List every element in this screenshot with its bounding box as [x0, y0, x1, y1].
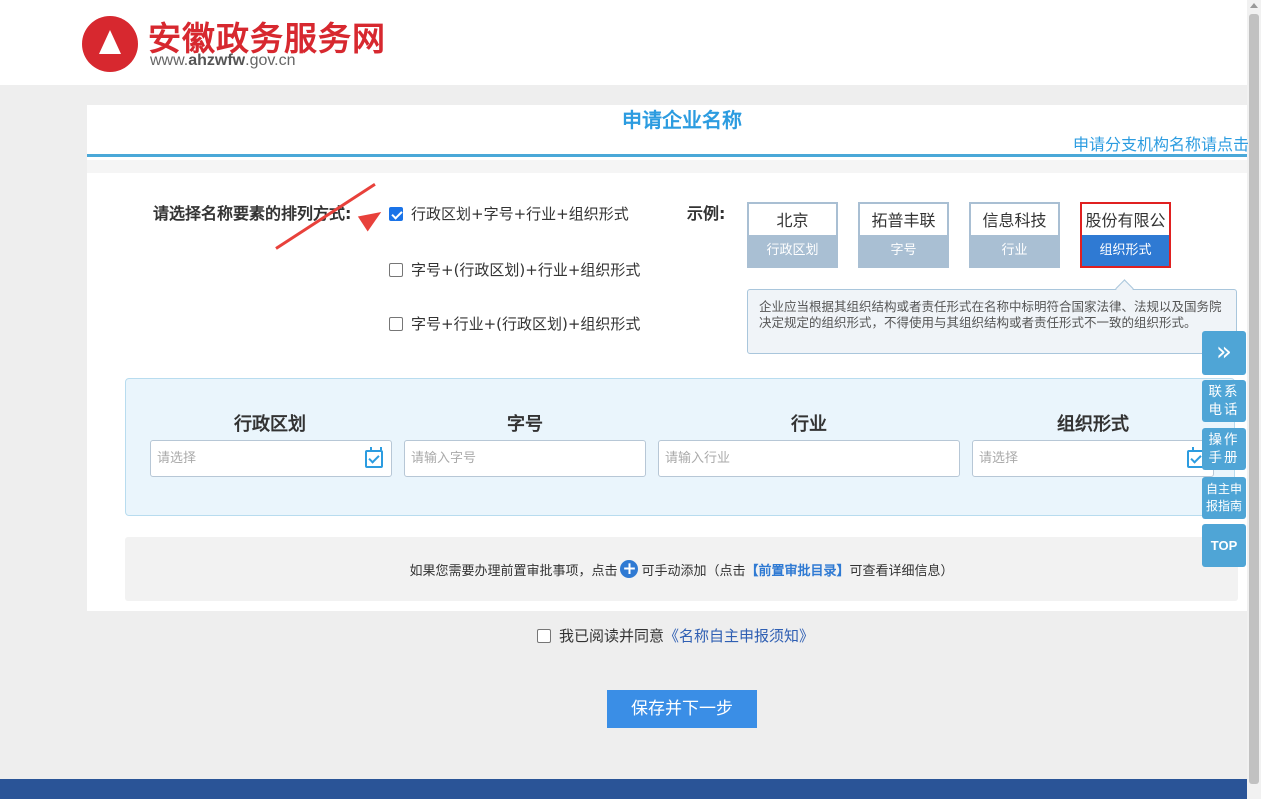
checkbox[interactable]	[389, 316, 403, 331]
checkbox-checked[interactable]	[389, 206, 403, 221]
placeholder: 请选择	[979, 451, 1019, 466]
order-option-label: 字号+(行政区划)+行业+组织形式	[411, 261, 641, 279]
example-value: 股份有限公	[1085, 211, 1166, 230]
logo-icon[interactable]	[82, 16, 138, 72]
manual-button[interactable]: 操作手册	[1202, 428, 1246, 470]
separator	[87, 160, 1247, 173]
site-url: www.ahzwfw.gov.cn	[150, 52, 296, 69]
prereq-panel: 如果您需要办理前置审批事项，点击 + 可手动添加（点击 【前置审批目录】 可查看…	[125, 537, 1238, 601]
order-option-3[interactable]: 字号+行业+(行政区划)+组织形式	[389, 313, 640, 334]
order-option-label: 行政区划+字号+行业+组织形式	[411, 205, 629, 223]
order-option-1[interactable]: 行政区划+字号+行业+组织形式	[389, 203, 629, 224]
trade-name-input[interactable]: 请输入字号	[404, 440, 646, 477]
placeholder: 请输入行业	[665, 451, 731, 466]
order-option-label: 字号+行业+(行政区划)+组织形式	[411, 315, 641, 333]
checkbox[interactable]	[389, 262, 403, 277]
example-trade-name: 拓普丰联 字号	[858, 202, 949, 268]
apply-name-card: 申请企业名称 申请分支机构名称请点击	[87, 105, 1249, 611]
example-caption: 字号	[860, 235, 947, 266]
agreement-row[interactable]: 我已阅读并同意 《名称自主申报须知》	[537, 625, 814, 646]
prereq-text: 可查看详细信息）	[849, 563, 954, 579]
org-form-tooltip: 企业应当根据其组织结构或者责任形式在名称中标明符合国家法律、法规以及国务院决定规…	[747, 289, 1237, 354]
back-to-top-button[interactable]: TOP	[1202, 524, 1246, 567]
card-header: 申请企业名称 申请分支机构名称请点击	[87, 105, 1249, 157]
scroll-up-icon[interactable]	[1250, 3, 1258, 8]
guide-button[interactable]: 自主申报指南	[1202, 477, 1246, 519]
example-district: 北京 行政区划	[747, 202, 838, 268]
example-value: 拓普丰联	[871, 211, 936, 230]
contact-phone-button[interactable]: 联系电话	[1202, 380, 1246, 422]
example-caption: 组织形式	[1082, 235, 1169, 266]
site-header: 安徽政务服务网 www.ahzwfw.gov.cn	[0, 0, 1247, 85]
industry-input[interactable]: 请输入行业	[658, 440, 960, 477]
field-label-org-form: 组织形式	[1057, 414, 1129, 435]
example-label: 示例:	[687, 204, 726, 223]
footer	[0, 779, 1247, 799]
expand-chevron-icon[interactable]: »	[1202, 331, 1246, 375]
prereq-text: 可手动添加（点击	[641, 563, 746, 579]
save-next-button[interactable]: 保存并下一步	[607, 690, 757, 728]
agree-text: 我已阅读并同意	[559, 627, 665, 645]
field-label-trade-name: 字号	[507, 414, 543, 435]
placeholder: 请选择	[157, 451, 197, 466]
field-label-industry: 行业	[791, 414, 827, 435]
notice-link[interactable]: 《名称自主申报须知》	[664, 625, 814, 646]
example-caption: 行政区划	[749, 235, 836, 266]
agree-checkbox[interactable]	[537, 628, 551, 643]
field-label-district: 行政区划	[234, 414, 306, 435]
district-select[interactable]: 请选择	[150, 440, 392, 477]
placeholder: 请输入字号	[411, 451, 477, 466]
example-org-form[interactable]: 股份有限公 组织形式	[1080, 202, 1171, 268]
example-value: 北京	[776, 211, 809, 230]
example-value: 信息科技	[982, 211, 1047, 230]
example-industry: 信息科技 行业	[969, 202, 1060, 268]
order-option-2[interactable]: 字号+(行政区划)+行业+组织形式	[389, 259, 640, 280]
prereq-catalog-link[interactable]: 【前置审批目录】	[746, 560, 850, 579]
add-plus-icon[interactable]: +	[620, 560, 639, 578]
org-form-select[interactable]: 请选择	[972, 440, 1214, 477]
example-caption: 行业	[971, 235, 1058, 266]
branch-apply-link[interactable]: 申请分支机构名称请点击	[1073, 131, 1249, 155]
select-check-icon[interactable]	[365, 447, 383, 468]
prereq-text: 如果您需要办理前置审批事项，点击	[409, 563, 618, 579]
